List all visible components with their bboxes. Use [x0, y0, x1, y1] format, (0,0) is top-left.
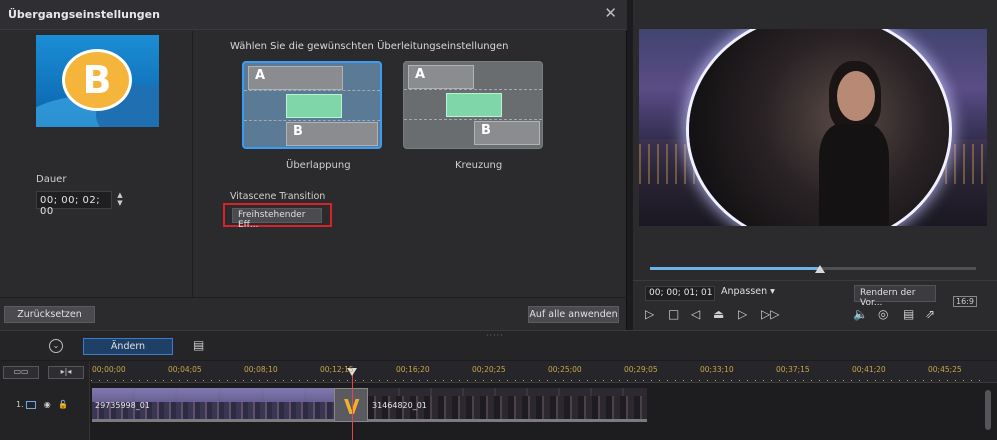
preview-video — [639, 29, 987, 226]
stop-icon[interactable]: □ — [668, 307, 679, 321]
ruler-scale — [91, 380, 983, 381]
ruler-tick-label: 00;29;05 — [624, 365, 658, 374]
ruler-tick-label: 00;33;10 — [700, 365, 734, 374]
transition-marker[interactable]: V — [334, 388, 368, 422]
vitascene-highlight: Freihstehender Eff... — [223, 203, 332, 230]
volume-icon[interactable]: 🔈 — [853, 307, 868, 321]
ruler-tick-label: 00;04;05 — [168, 365, 202, 374]
scrubber-handle[interactable] — [814, 265, 825, 273]
option-overlap[interactable]: A B — [242, 61, 382, 149]
next-frame-icon[interactable]: ▷ — [738, 307, 747, 321]
prev-frame-icon[interactable]: ◁ — [691, 307, 700, 321]
snapshot-marker-icon[interactable]: ⏏ — [713, 307, 724, 321]
crossing-bar — [446, 93, 502, 117]
video-track-icon[interactable] — [26, 400, 37, 409]
thumbnail-logo: B — [62, 49, 132, 111]
option-crossing[interactable]: A B — [403, 61, 543, 149]
fast-forward-icon[interactable]: ▷▷ — [761, 307, 779, 321]
duration-stepper[interactable]: ▲ ▼ — [114, 191, 126, 209]
ruler-tick-label: 00;25;00 — [548, 365, 582, 374]
render-preview-button[interactable]: Rendern der Vor... — [854, 285, 936, 308]
lock-icon[interactable]: 🔓 — [58, 400, 68, 409]
eye-icon[interactable]: ◉ — [44, 400, 51, 409]
subtitle-icon[interactable]: ▤ — [903, 307, 914, 321]
playhead-line — [352, 370, 353, 440]
play-icon[interactable]: ▷ — [645, 307, 654, 321]
edit-button[interactable]: Ändern — [83, 338, 173, 355]
clip-a-bar: A — [248, 66, 343, 90]
chevron-down-icon[interactable]: ⌄ — [49, 339, 63, 353]
resize-grip-icon[interactable]: ····· — [486, 331, 504, 340]
popout-icon[interactable]: ⇗ — [925, 307, 935, 321]
preview-timecode[interactable]: 00; 00; 01; 01 — [645, 286, 715, 301]
clip-label: 31464820_01 — [372, 401, 427, 410]
standalone-effect-button[interactable]: Freihstehender Eff... — [232, 208, 322, 230]
ruler-tick-label: 00;16;20 — [396, 365, 430, 374]
close-icon[interactable]: ✕ — [604, 4, 617, 22]
options-heading: Wählen Sie die gewünschten Überleitungse… — [230, 41, 509, 52]
clip-a-bar: A — [408, 65, 474, 89]
clip-label: 29735998_01 — [95, 401, 150, 410]
ruler-tick-label: 00;08;10 — [244, 365, 278, 374]
clip-b-bar: B — [474, 121, 540, 145]
duration-label: Dauer — [36, 174, 67, 185]
reset-button[interactable]: Zurücksetzen — [4, 306, 95, 323]
transition-thumbnail: B — [36, 35, 159, 127]
scrubber-progress — [650, 267, 820, 270]
track-number: 1. ◉ 🔓 — [16, 400, 69, 409]
ruler-tick-label: 00;12;15 — [320, 365, 354, 374]
dialog-title: Übergangseinstellungen — [8, 8, 160, 21]
fit-dropdown[interactable]: Anpassen ▾ — [721, 286, 775, 297]
camera-icon[interactable]: ◎ — [878, 307, 888, 321]
track-manager-icon[interactable]: ▭▭ — [3, 366, 39, 379]
timeline-scrollbar[interactable] — [985, 390, 991, 430]
ruler-tick-label: 00;20;25 — [472, 365, 506, 374]
clip-b-bar: B — [286, 122, 378, 146]
dialog-titlebar: Übergangseinstellungen ✕ — [0, 0, 627, 30]
ruler-tick-label: 00;37;15 — [776, 365, 810, 374]
apply-all-button[interactable]: Auf alle anwenden — [528, 306, 619, 323]
option-overlap-label: Überlappung — [286, 160, 351, 171]
ruler-tick-label: 00;00;00 — [92, 365, 126, 374]
aspect-ratio-selector[interactable]: 16:9 — [953, 296, 977, 307]
ruler-tick-label: 00;45;25 — [928, 365, 962, 374]
fit-timeline-icon[interactable]: ▸|◂ — [48, 366, 84, 379]
app-window: Übergangseinstellungen ✕ B Dauer 00; 00;… — [0, 0, 997, 440]
overlap-bar — [286, 94, 342, 118]
option-crossing-label: Kreuzung — [455, 160, 503, 171]
vitascene-label: Vitascene Transition — [230, 191, 326, 202]
duration-input[interactable]: 00; 00; 02; 00 — [36, 191, 112, 217]
ruler-tick-label: 00;41;20 — [852, 365, 886, 374]
document-icon[interactable]: ▤ — [193, 338, 204, 352]
